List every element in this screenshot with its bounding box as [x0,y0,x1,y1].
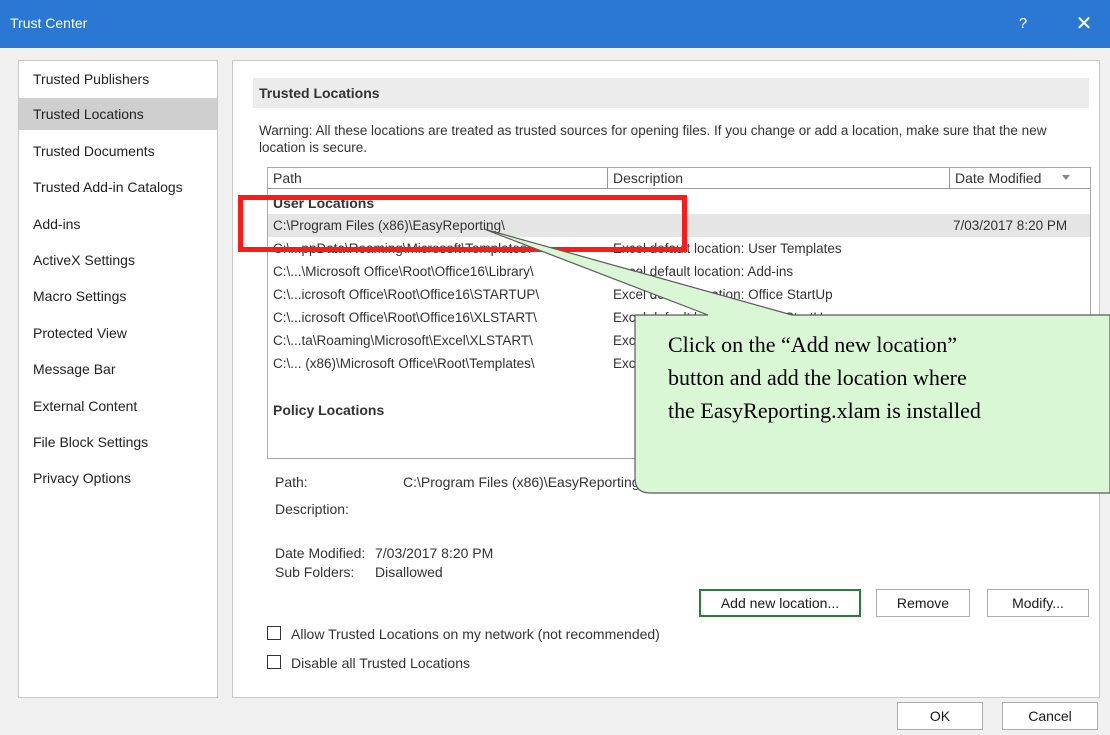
sidebar-item-protected-view[interactable]: Protected View [19,317,217,349]
detail-subfolders-label: Sub Folders: [275,564,355,580]
policy-locations-label: Policy Locations [273,402,385,418]
sidebar-item-trusted-publishers[interactable]: Trusted Publishers [19,63,217,95]
section-title: Trusted Locations [259,85,380,101]
callout-text: Click on the “Add new location” button a… [668,328,1108,427]
sidebar-item-macro-settings[interactable]: Macro Settings [19,280,217,312]
title-bar: Trust Center ? ✕ [0,0,1110,48]
ok-button[interactable]: OK [897,702,983,730]
close-button[interactable]: ✕ [1066,10,1102,38]
sidebar-item-trusted-documents[interactable]: Trusted Documents [19,135,217,167]
column-header-description[interactable]: Description [608,168,950,189]
table-row[interactable]: C:\...icrosoft Office\Root\Office16\XLST… [268,306,1090,329]
detail-date-value: 7/03/2017 8:20 PM [375,545,494,561]
detail-date-label: Date Modified: [275,545,366,561]
column-header-path[interactable]: Path [268,168,608,189]
sidebar-item-external-content[interactable]: External Content [19,390,217,422]
callout-line: the EasyReporting.xlam is installed [668,398,981,423]
help-button[interactable]: ? [1008,12,1038,36]
row-description: Excel default location: Excel StartUp [613,310,831,325]
allow-network-locations-label: Allow Trusted Locations on my network (n… [291,626,660,642]
row-path: C:\...icrosoft Office\Root\Office16\XLST… [273,310,537,325]
detail-subfolders-value: Disallowed [375,564,443,580]
row-description: Excel default location: Office StartUp [613,287,833,302]
table-row[interactable]: C:\...icrosoft Office\Root\Office16\STAR… [268,283,1090,306]
cancel-button[interactable]: Cancel [1002,702,1098,730]
close-icon: ✕ [1075,13,1093,35]
detail-description-label: Description: [275,501,349,517]
window-title: Trust Center [10,15,88,31]
row-path: C:\...\Microsoft Office\Root\Office16\Li… [273,264,534,279]
add-new-location-button[interactable]: Add new location... [699,589,861,617]
column-header-date-modified[interactable]: Date Modified [950,168,1090,189]
sidebar-item-addins[interactable]: Add-ins [19,208,217,240]
highlight-rectangle [238,195,687,252]
row-path: C:\... (x86)\Microsoft Office\Root\Templ… [273,356,535,371]
detail-path-label: Path: [275,474,308,490]
disable-all-locations-checkbox[interactable] [267,655,281,669]
row-path: C:\...ta\Roaming\Microsoft\Excel\XLSTART… [273,333,533,348]
sidebar-item-file-block-settings[interactable]: File Block Settings [19,426,217,458]
sidebar-item-message-bar[interactable]: Message Bar [19,353,217,385]
sidebar-item-privacy-options[interactable]: Privacy Options [19,462,217,494]
table-row[interactable]: C:\...\Microsoft Office\Root\Office16\Li… [268,260,1090,283]
allow-network-locations-checkbox[interactable] [267,626,281,640]
remove-button[interactable]: Remove [876,589,970,617]
sort-down-icon [1062,175,1070,180]
row-date: 7/03/2017 8:20 PM [953,218,1068,233]
warning-text: Warning: All these locations are treated… [259,123,1047,155]
sidebar-item-trusted-addin-catalogs[interactable]: Trusted Add-in Catalogs [19,171,217,203]
modify-button[interactable]: Modify... [987,589,1089,617]
column-header-date-label: Date Modified [955,170,1042,186]
row-path: C:\...icrosoft Office\Root\Office16\STAR… [273,287,540,302]
row-description: Excel default location: Add-ins [613,264,794,279]
disable-all-locations-label: Disable all Trusted Locations [291,655,470,671]
sidebar: Trusted Publishers Trusted Locations Tru… [18,60,218,698]
callout-line: Click on the “Add new location” [668,332,957,357]
detail-path-value: C:\Program Files (x86)\EasyReporting\ [403,474,644,490]
callout-line: button and add the location where [668,365,967,390]
sidebar-item-activex-settings[interactable]: ActiveX Settings [19,244,217,276]
section-header: Trusted Locations [253,78,1089,108]
sidebar-item-trusted-locations[interactable]: Trusted Locations [19,98,217,130]
